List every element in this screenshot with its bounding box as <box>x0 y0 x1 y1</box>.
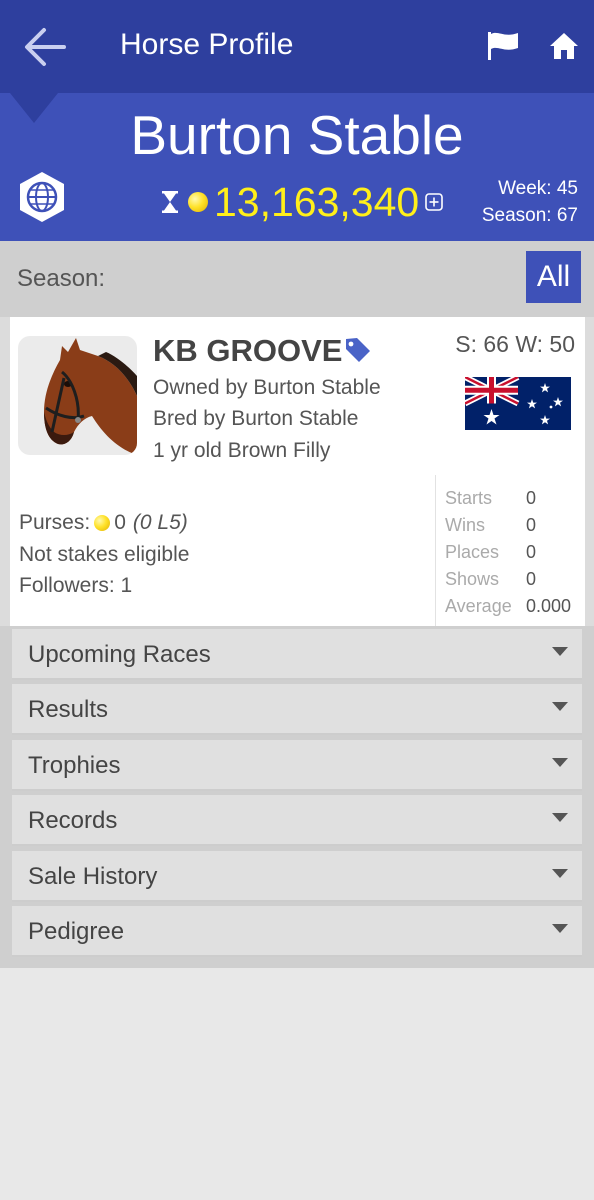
stat-value: 0 <box>526 569 537 589</box>
section-pedigree[interactable]: Pedigree <box>12 906 582 957</box>
section-label: Results <box>28 696 109 723</box>
hourglass-icon <box>162 191 178 213</box>
week-season-info: Week: 45 Season: 67 <box>482 175 578 229</box>
stat-label: Wins <box>445 515 485 535</box>
stable-header: Burton Stable 13,163,340 Week: 45 Season… <box>0 93 594 241</box>
section-label: Pedigree <box>28 918 125 945</box>
purses-last-five: (0 L5) <box>132 511 188 534</box>
tag-icon[interactable] <box>344 336 372 364</box>
horse-head-icon <box>44 338 137 455</box>
section-label: Sale History <box>28 863 158 890</box>
stat-label: Shows <box>445 569 500 589</box>
stat-value: 0.000 <box>526 596 572 616</box>
page-title: Horse Profile <box>120 28 294 61</box>
chevron-down-icon <box>552 702 568 711</box>
section-label: Records <box>28 807 118 834</box>
stat-value: 0 <box>526 488 537 508</box>
chevron-down-icon <box>552 813 568 822</box>
stat-label: Starts <box>445 488 493 508</box>
purses-value: 0 <box>114 511 126 534</box>
section-records[interactable]: Records <box>12 795 582 846</box>
top-app-bar: Horse Profile <box>0 0 594 93</box>
flag-icon[interactable] <box>486 30 520 62</box>
horse-name: KB GROOVE <box>153 333 343 368</box>
chevron-down-icon <box>552 869 568 878</box>
arrow-left-icon[interactable] <box>22 26 68 68</box>
horse-portrait <box>18 336 137 455</box>
globe-icon[interactable] <box>16 170 68 224</box>
season-all-button[interactable]: All <box>526 251 581 303</box>
stats-divider <box>435 475 436 626</box>
australia-flag-icon <box>465 377 571 430</box>
stat-label: Average <box>445 596 512 616</box>
section-upcoming-races[interactable]: Upcoming Races <box>12 629 582 680</box>
stable-name: Burton Stable <box>130 104 464 166</box>
stat-value: 0 <box>526 542 537 562</box>
bred-by[interactable]: Bred by Burton Stable <box>153 407 358 431</box>
money-display: 13,163,340 <box>160 178 444 225</box>
season-filter-bar: Season: All <box>0 241 594 317</box>
coin-icon <box>94 515 111 531</box>
speed-weight-rating: S: 66 W: 50 <box>455 331 575 357</box>
section-sale-history[interactable]: Sale History <box>12 851 582 902</box>
horse-card: KB GROOVE S: 66 W: 50 Owned by Burton St… <box>10 317 585 626</box>
horse-description: 1 yr old Brown Filly <box>153 439 331 462</box>
section-label: Trophies <box>28 752 121 779</box>
stat-label: Places <box>445 542 500 562</box>
purses-label: Purses: <box>19 511 91 534</box>
stakes-status: Not stakes eligible <box>19 543 190 566</box>
money-amount: 13,163,340 <box>214 178 420 225</box>
week-label: Week: 45 <box>498 178 578 199</box>
stat-value: 0 <box>526 515 537 535</box>
coin-icon <box>188 192 208 212</box>
season-number-label: Season: 67 <box>481 205 578 226</box>
chevron-down-icon <box>552 647 568 656</box>
page-bottom-area <box>0 968 594 1200</box>
followers-count[interactable]: Followers: 1 <box>19 574 132 598</box>
purses-row: Purses: 0 (0 L5) <box>19 511 188 535</box>
season-filter-label: Season: <box>17 265 106 292</box>
home-icon[interactable] <box>548 30 580 62</box>
chevron-down-icon <box>552 758 568 767</box>
section-trophies[interactable]: Trophies <box>12 740 582 791</box>
add-money-icon[interactable] <box>425 193 444 211</box>
section-label: Upcoming Races <box>28 641 211 668</box>
owned-by[interactable]: Owned by Burton Stable <box>153 376 381 400</box>
chevron-down-icon <box>552 924 568 933</box>
section-results[interactable]: Results <box>12 684 582 735</box>
